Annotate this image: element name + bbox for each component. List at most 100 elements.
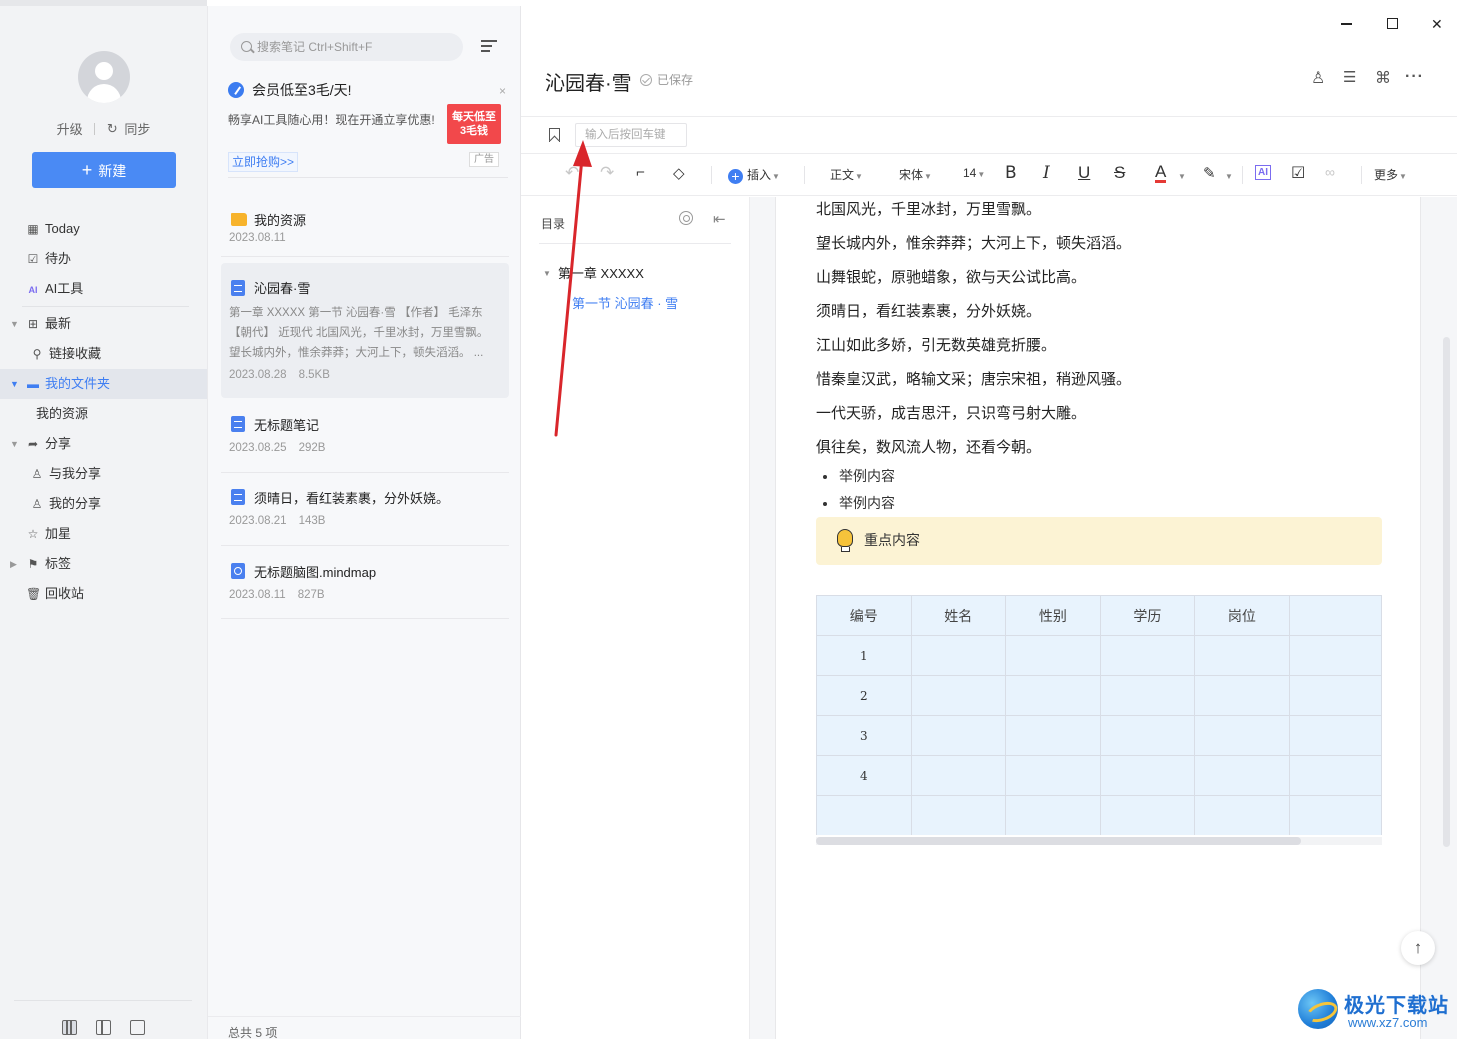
table-cell[interactable] <box>1005 715 1101 756</box>
table-cell[interactable]: 2 <box>816 675 912 716</box>
table-block[interactable]: 编号 姓名 性别 学历 岗位 1 2 3 4 <box>816 595 1382 835</box>
table-cell[interactable] <box>1288 675 1382 716</box>
more-menu[interactable]: 更多▼ <box>1374 166 1407 183</box>
nav-item-todo[interactable]: ☑ 待办 <box>0 244 207 274</box>
nav-item-tags[interactable]: ▶ ⚑ 标签 <box>0 549 207 579</box>
chevron-right-icon[interactable]: ▶ <box>10 549 17 579</box>
ai-icon[interactable]: AI <box>1255 165 1271 180</box>
list-item-selected[interactable]: 沁园春·雪 第一章 XXXXX 第一节 沁园春·雪 【作者】 毛泽东 【朝代】 … <box>221 263 509 398</box>
two-column-layout-icon[interactable] <box>96 1020 111 1035</box>
upgrade-link[interactable]: 升级 <box>57 119 83 138</box>
strikethrough-icon[interactable]: S <box>1114 163 1125 183</box>
table-cell[interactable]: 3 <box>816 715 912 756</box>
bullet-list[interactable]: 举例内容 举例内容 <box>823 463 895 517</box>
toc-item-section[interactable]: 第一节 沁园春 · 雪 <box>572 293 678 312</box>
link-icon[interactable]: ∞ <box>1325 164 1335 180</box>
font-family-select[interactable]: 宋体▼ <box>899 166 932 183</box>
more-icon[interactable]: ··· <box>1405 68 1424 86</box>
undo-icon[interactable]: ↶ <box>565 163 579 183</box>
new-note-button[interactable]: + 新建 <box>32 152 176 188</box>
checkbox-icon[interactable]: ☑ <box>1291 163 1305 183</box>
redo-icon[interactable]: ↷ <box>600 163 614 183</box>
single-column-layout-icon[interactable] <box>130 1020 145 1035</box>
font-size-select[interactable]: 14▼ <box>963 166 985 180</box>
table-cell[interactable] <box>1099 795 1196 835</box>
mindmap-icon[interactable]: ⌘ <box>1375 68 1391 88</box>
table-header-cell[interactable]: 姓名 <box>910 595 1007 636</box>
maximize-icon[interactable] <box>1387 18 1398 29</box>
table-horizontal-scrollbar[interactable] <box>816 837 1382 845</box>
list-item[interactable]: 须晴日，看红装素裹，分外妖娆。 2023.08.21 143B <box>221 477 509 543</box>
table-cell[interactable] <box>1194 715 1290 756</box>
paragraph-style-select[interactable]: 正文▼ <box>830 166 863 183</box>
three-column-layout-icon[interactable] <box>62 1020 77 1035</box>
font-color-icon[interactable]: A <box>1155 163 1167 183</box>
table-cell[interactable] <box>1005 635 1101 676</box>
insert-menu[interactable]: + 插入▼ <box>728 166 780 184</box>
data-table[interactable]: 编号 姓名 性别 学历 岗位 1 2 3 4 <box>816 595 1382 835</box>
highlight-icon[interactable]: ✎ <box>1203 164 1216 182</box>
table-cell[interactable] <box>1194 755 1290 796</box>
tag-icon[interactable] <box>549 128 560 142</box>
nav-item-link-favorites[interactable]: ⚲ 链接收藏 <box>0 339 207 369</box>
bold-icon[interactable]: B <box>1005 163 1017 183</box>
table-cell[interactable] <box>910 715 1007 756</box>
document-title[interactable]: 沁园春·雪 <box>545 67 632 96</box>
nav-item-shared-with-me[interactable]: ♙ 与我分享 <box>0 459 207 489</box>
collapse-panel-icon[interactable]: ⇤ <box>713 210 726 228</box>
table-cell[interactable] <box>1194 675 1290 716</box>
search-input[interactable]: 搜索笔记 Ctrl+Shift+F <box>230 33 463 61</box>
document-page[interactable]: 北国风光，千里冰封，万里雪飘。 望长城内外，惟余莽莽；大河上下，顿失滔滔。 山舞… <box>775 197 1421 1039</box>
table-cell[interactable] <box>1194 795 1290 835</box>
scrollbar-thumb[interactable] <box>816 837 1301 845</box>
poem-text[interactable]: 北国风光，千里冰封，万里雪飘。 望长城内外，惟余莽莽；大河上下，顿失滔滔。 山舞… <box>816 197 1396 465</box>
format-painter-icon[interactable]: ⌐ <box>636 164 645 181</box>
chevron-down-icon[interactable]: ▼ <box>10 429 19 459</box>
sync-icon[interactable]: ↻ <box>107 121 118 137</box>
table-cell[interactable] <box>1005 795 1101 835</box>
back-to-top-button[interactable]: ↑ <box>1401 931 1435 965</box>
share-user-icon[interactable]: ♙ <box>1311 68 1325 88</box>
table-cell[interactable] <box>1005 675 1101 716</box>
italic-icon[interactable]: I <box>1043 163 1050 183</box>
table-header-cell[interactable]: 岗位 <box>1194 595 1290 636</box>
eraser-icon[interactable]: ◇ <box>673 164 685 182</box>
table-cell[interactable]: 1 <box>816 635 912 676</box>
table-cell[interactable] <box>1288 795 1382 835</box>
close-icon[interactable]: ✕ <box>1431 16 1443 33</box>
table-cell[interactable] <box>1288 755 1382 796</box>
find-replace-icon[interactable]: ☰ <box>1343 68 1356 86</box>
nav-item-recent[interactable]: ▼ ⊞ 最新 <box>0 309 207 339</box>
sync-link[interactable]: 同步 <box>124 119 150 138</box>
promo-badge[interactable]: 每天低至 3毛钱 <box>447 104 501 144</box>
chevron-down-icon[interactable]: ▼ <box>543 269 551 278</box>
nav-item-share[interactable]: ▼ ➦ 分享 <box>0 429 207 459</box>
callout-block[interactable]: 重点内容 <box>816 517 1382 565</box>
vertical-scrollbar[interactable] <box>1443 337 1450 847</box>
list-item[interactable]: 无标题笔记 2023.08.25 292B <box>221 404 509 470</box>
table-header-cell[interactable] <box>1288 595 1382 636</box>
nav-item-my-resources[interactable]: 我的资源 <box>0 399 207 429</box>
table-cell[interactable] <box>1099 755 1196 796</box>
nav-item-my-folders[interactable]: ▼ ▬ 我的文件夹 <box>0 369 207 399</box>
table-header-cell[interactable]: 性别 <box>1005 595 1101 636</box>
nav-item-my-shares[interactable]: ♙ 我的分享 <box>0 489 207 519</box>
table-cell[interactable] <box>1194 635 1290 676</box>
list-item[interactable]: 我的资源 2023.08.11 <box>221 194 509 254</box>
avatar[interactable] <box>78 51 130 103</box>
nav-item-today[interactable]: ▦ Today <box>0 214 207 244</box>
nav-item-trash[interactable]: 🗑 回收站 <box>0 579 207 609</box>
chevron-down-icon[interactable]: ▼ <box>1224 168 1233 182</box>
list-item[interactable]: 无标题脑图.mindmap 2023.08.11 827B <box>221 551 509 617</box>
close-icon[interactable]: × <box>499 84 506 98</box>
table-cell[interactable] <box>1099 635 1196 676</box>
chevron-down-icon[interactable]: ▼ <box>1177 168 1186 182</box>
table-cell[interactable] <box>910 675 1007 716</box>
sort-icon[interactable] <box>481 40 497 54</box>
table-header-cell[interactable]: 学历 <box>1099 595 1196 636</box>
table-header-cell[interactable]: 编号 <box>816 595 912 636</box>
table-cell[interactable] <box>1288 635 1382 676</box>
toc-item-chapter[interactable]: ▼ 第一章 XXXXX <box>543 263 644 282</box>
nav-item-ai-tools[interactable]: AI AI工具 <box>0 274 207 304</box>
table-cell[interactable] <box>910 635 1007 676</box>
